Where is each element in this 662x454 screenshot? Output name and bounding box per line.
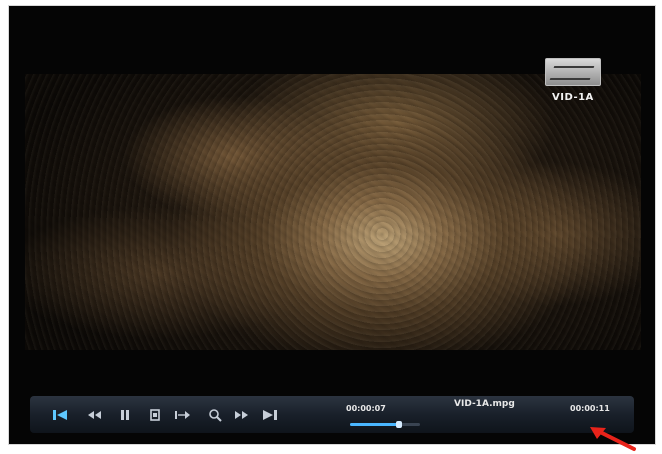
stop-icon xyxy=(150,409,160,421)
skip-next-icon xyxy=(263,410,277,420)
step-button[interactable] xyxy=(174,408,192,422)
playback-control-bar: 00:00:07 VID-1A.mpg 00:00:11 xyxy=(30,396,634,433)
pause-button[interactable] xyxy=(118,408,132,422)
total-time: 00:00:11 xyxy=(570,404,610,413)
fast-forward-icon xyxy=(235,411,248,419)
rewind-button[interactable] xyxy=(86,408,102,422)
zoom-button[interactable] xyxy=(208,408,222,422)
logo-mark xyxy=(549,66,595,80)
progress-handle[interactable] xyxy=(396,421,402,428)
skip-next-button[interactable] xyxy=(262,408,278,422)
file-name: VID-1A.mpg xyxy=(454,399,515,409)
broadcaster-logo-icon xyxy=(545,58,601,86)
annotation-arrow-icon xyxy=(590,427,636,451)
pause-icon xyxy=(121,410,129,420)
step-icon xyxy=(175,411,190,419)
rewind-icon xyxy=(88,411,101,419)
video-frame[interactable] xyxy=(25,74,641,350)
stop-button[interactable] xyxy=(148,408,162,422)
elapsed-time: 00:00:07 xyxy=(346,404,386,413)
progress-slider[interactable] xyxy=(350,421,420,428)
progress-fill xyxy=(350,423,399,426)
zoom-icon xyxy=(209,409,222,422)
skip-previous-button[interactable] xyxy=(52,408,68,422)
channel-name: VID-1A xyxy=(552,92,594,103)
skip-previous-icon xyxy=(53,410,67,420)
fast-forward-button[interactable] xyxy=(234,408,250,422)
